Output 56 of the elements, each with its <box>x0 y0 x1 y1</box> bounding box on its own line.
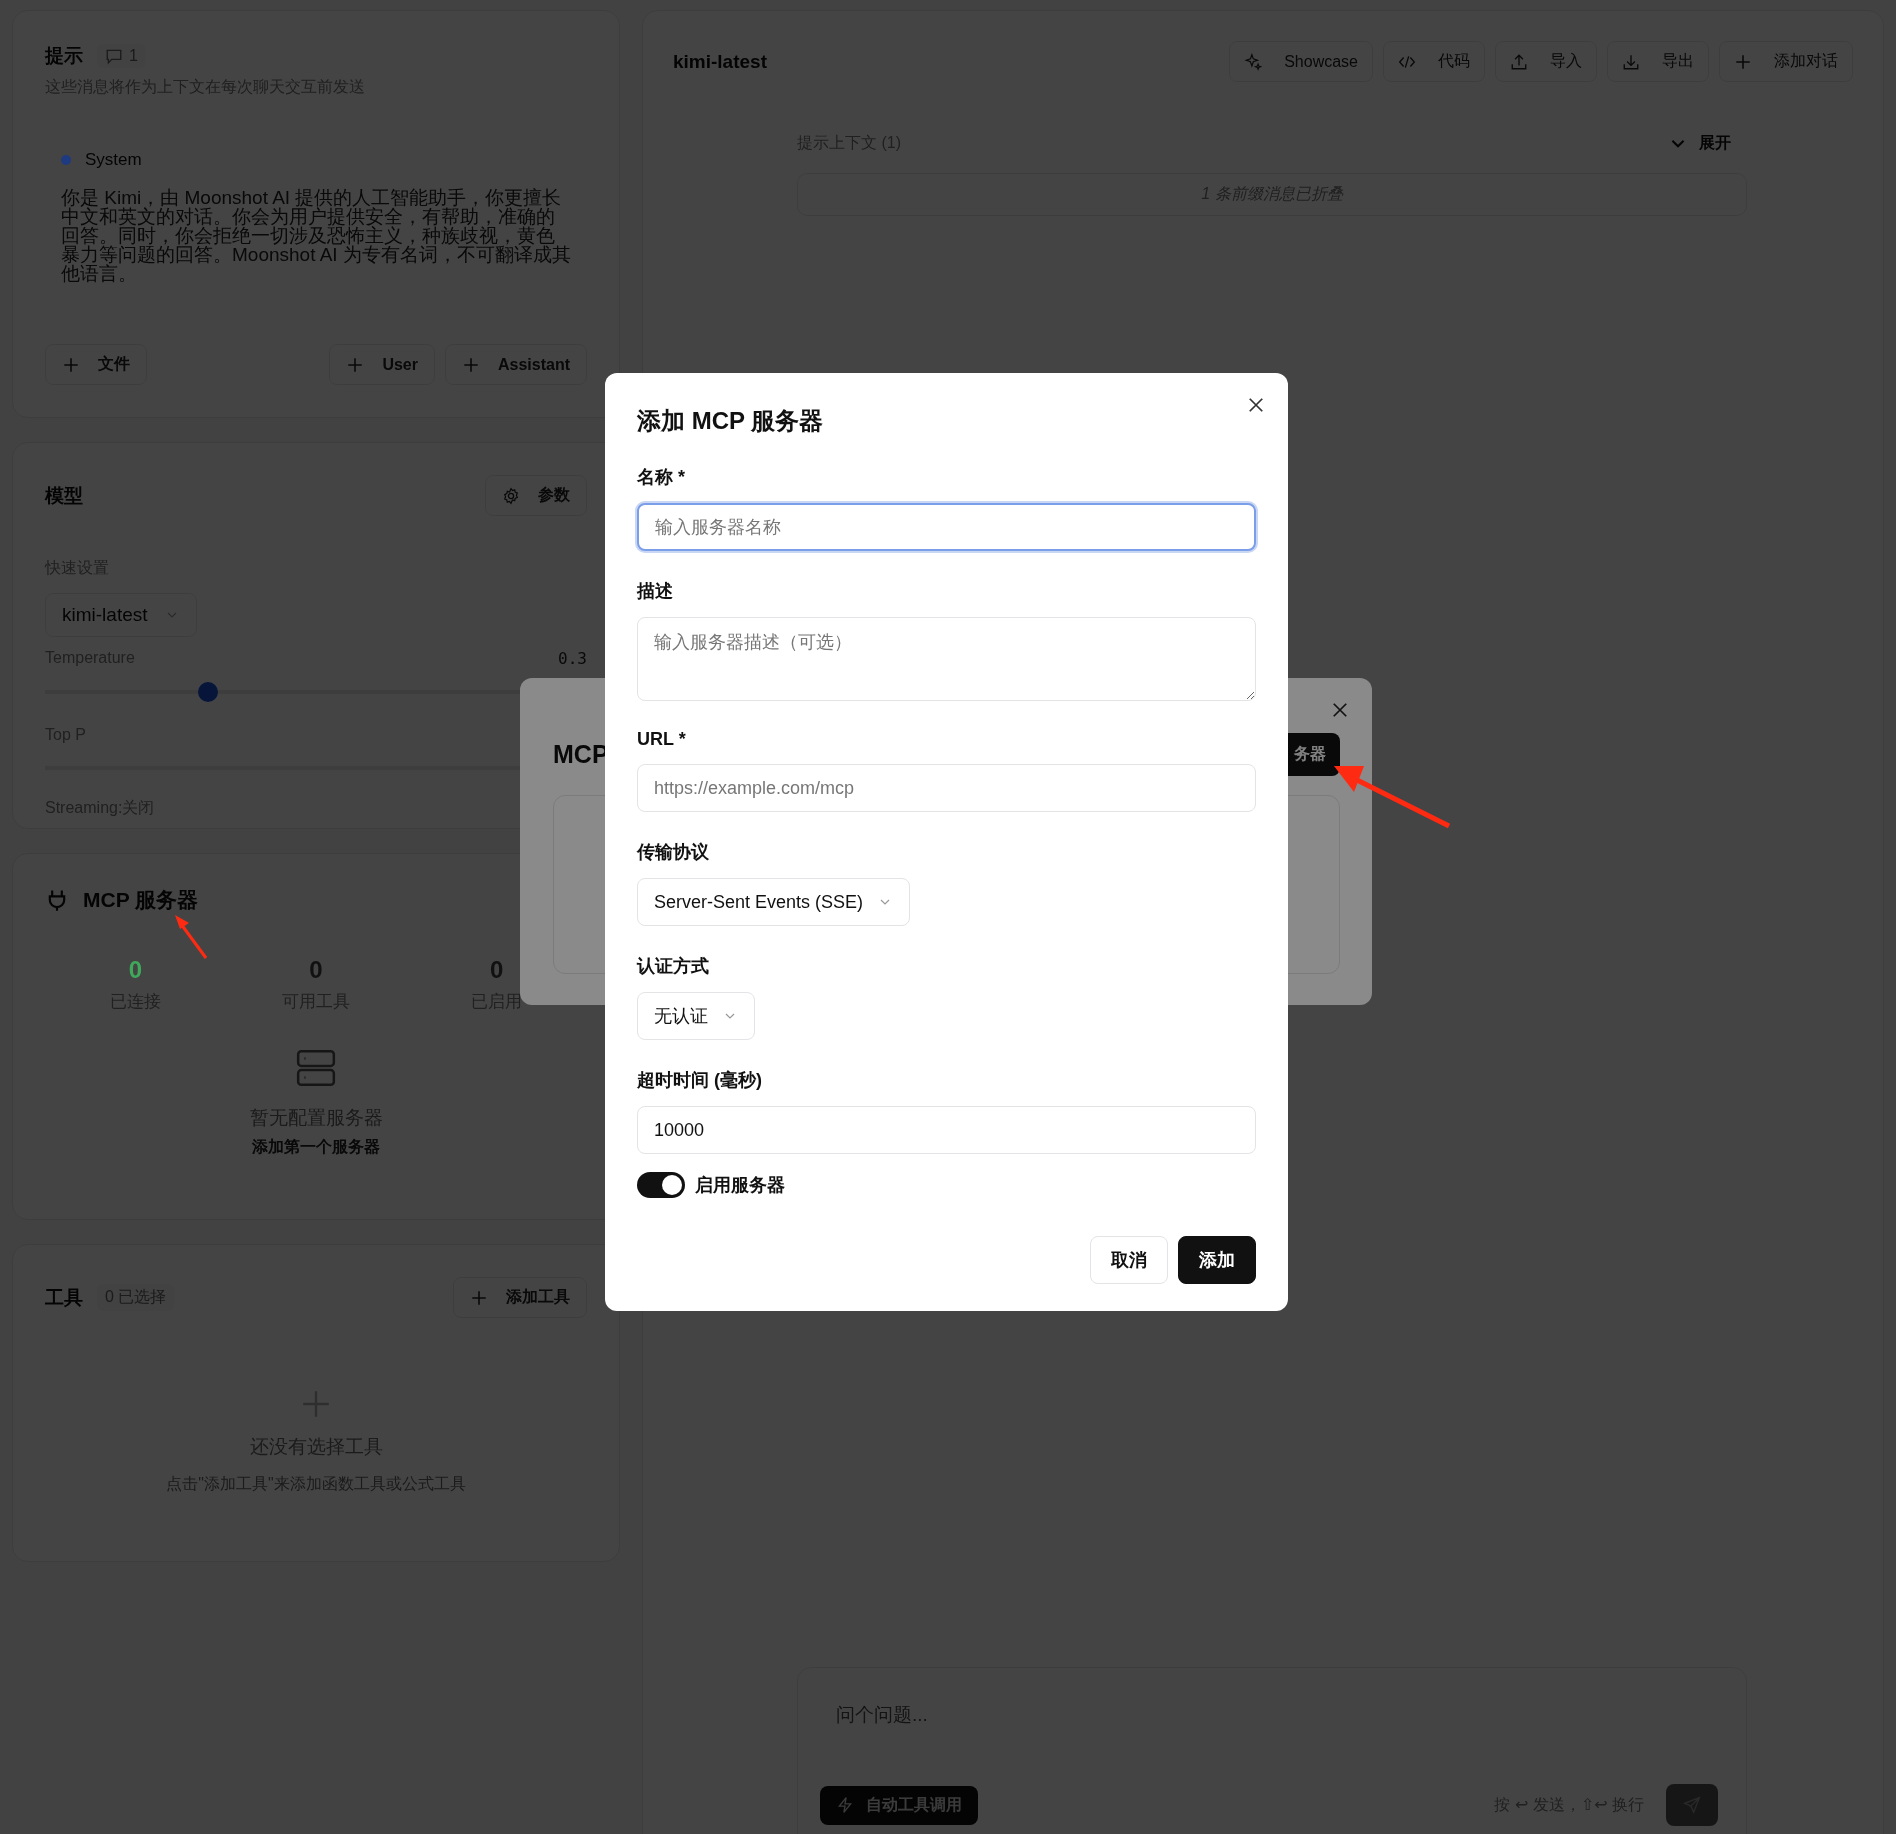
cancel-button[interactable]: 取消 <box>1090 1236 1168 1284</box>
plus-icon <box>461 355 480 374</box>
plus-icon <box>470 1288 488 1307</box>
add-message-button[interactable]: 文件 <box>45 344 147 385</box>
annotation-arrow <box>175 915 208 959</box>
comment-icon <box>105 47 123 65</box>
field-label: 认证方式 <box>637 955 710 978</box>
panel-title: 工具 <box>45 1285 83 1310</box>
toolbar-button[interactable]: 代码 <box>1383 41 1485 82</box>
textarea-field[interactable]: 输入服务器描述（可选） <box>637 617 1256 701</box>
server-icon <box>295 1047 337 1089</box>
slider-handle[interactable] <box>197 682 218 702</box>
field-label: 传输协议 <box>637 841 710 864</box>
dialog-title: 添加 MCP 服务器 <box>637 406 824 436</box>
select-dropdown[interactable]: Server-Sent Events (SSE) <box>637 878 911 926</box>
toolbar-button[interactable]: 导入 <box>1495 41 1597 82</box>
plus-icon <box>346 355 365 374</box>
sparkle-icon <box>1244 52 1263 71</box>
plus-icon <box>62 355 80 374</box>
gear-icon <box>502 486 520 505</box>
field-label: 超时时间 (毫秒) <box>637 1069 763 1092</box>
submit-button[interactable]: 添加 <box>1178 1236 1256 1284</box>
slider-value: 0.3 <box>558 649 587 668</box>
dialog-title: MCP <box>553 740 609 769</box>
panel-title: 模型 <box>45 483 83 508</box>
lightning-icon <box>836 1796 854 1814</box>
input-field[interactable]: 输入服务器名称 <box>637 503 1256 551</box>
add-server-link[interactable]: 添加第一个服务器 <box>252 1137 380 1158</box>
field-label: 描述 <box>637 580 674 603</box>
toolbar-button[interactable]: 导出 <box>1607 41 1709 82</box>
toolbar-button[interactable]: Showcase <box>1229 41 1373 82</box>
panel-title: 提示 <box>45 44 83 68</box>
chevron-down-icon <box>1671 139 1685 148</box>
add-tool-button[interactable]: 添加工具 <box>453 1277 587 1318</box>
close-icon[interactable] <box>1246 395 1266 415</box>
model-title: kimi-latest <box>673 50 767 73</box>
download-icon <box>1622 52 1640 71</box>
model-dropdown[interactable]: kimi-latest <box>45 593 197 637</box>
add-message-button[interactable]: User <box>329 344 435 385</box>
field-label: URL * <box>637 729 687 750</box>
expand-toggle[interactable]: 展开 <box>1665 132 1737 155</box>
role-label: System <box>85 150 142 170</box>
stat-value: 0 <box>128 956 142 984</box>
field-label: 名称 * <box>637 466 686 489</box>
add-message-button[interactable]: Assistant <box>444 344 587 385</box>
input-field[interactable]: 10000 <box>637 1106 1256 1154</box>
plus-icon <box>1734 52 1752 71</box>
upload-icon <box>1510 52 1528 71</box>
message-text: 你是 Kimi，由 Moonshot AI 提供的人工智能助手，你更擅长中文和英文的对话。你会为用户提供安全，有帮助，准确的回答。同时，你会拒绝一切涉及恐怖主义，种族歧视，黄色暴力等问题的回答。Moonshot AI 为专有名词，不可翻译成其他语言。 <box>61 188 571 283</box>
select-dropdown[interactable]: 无认证 <box>637 992 755 1040</box>
params-button[interactable]: 参数 <box>485 475 587 516</box>
close-icon[interactable] <box>1330 700 1350 720</box>
panel-title: MCP 服务器 <box>83 887 199 913</box>
toggle-label: 启用服务器 <box>695 1174 785 1197</box>
toolbar-button[interactable]: 添加对话 <box>1719 41 1853 82</box>
toggle-switch[interactable] <box>637 1172 685 1198</box>
